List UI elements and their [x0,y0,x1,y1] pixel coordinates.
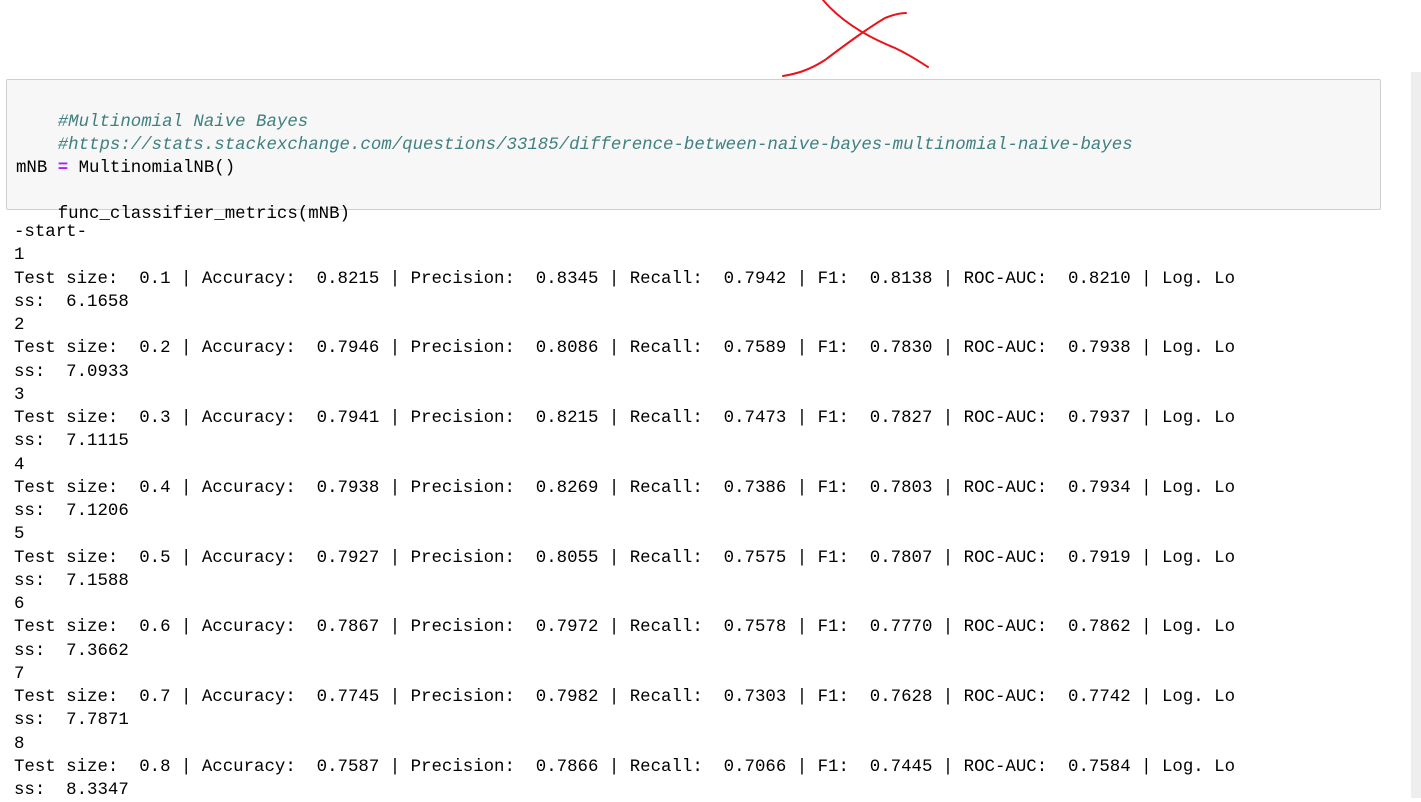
output-line: 5 [14,525,25,545]
output-line: 1 [14,246,25,266]
code-comment-url: #https://stats.stackexchange.com/questio… [57,136,1133,155]
output-line: ss: 7.3662 [14,641,129,661]
code-line-1: #Multinomial Naive Bayes [16,88,308,132]
code-var: mNB [16,159,48,178]
code-operator: = [57,159,69,178]
output-line: Test size: 0.7 | Accuracy: 0.7745 | Prec… [14,688,1236,707]
output-line: ss: 7.1115 [14,432,129,452]
output-line: ss: 7.1206 [14,502,129,521]
code-call: MultinomialNB() [78,159,236,178]
output-line: 2 [14,316,25,335]
output-line: Test size: 0.4 | Accuracy: 0.7938 | Prec… [14,478,1236,498]
red-cross-annotation [782,0,929,77]
output-line: ss: 6.1658 [14,292,129,312]
output-line: 6 [14,595,25,614]
output-line: Test size: 0.2 | Accuracy: 0.7946 | Prec… [14,339,1236,359]
output-line: Test size: 0.6 | Accuracy: 0.7867 | Prec… [14,618,1236,638]
output-line: 4 [14,455,25,475]
output-line: ss: 8.3347 [14,781,129,800]
annotation-stroke-1 [822,0,929,68]
output-line: 7 [14,664,25,684]
vertical-scrollbar[interactable] [1411,72,1421,798]
code-line-4: mNB = MultinomialNB() [16,157,235,180]
code-cell[interactable]: #Multinomial Naive Bayes #https://stats.… [6,79,1381,224]
code-line-2: #https://stats.stackexchange.com/questio… [16,111,1133,155]
output-line: Test size: 0.5 | Accuracy: 0.7927 | Prec… [14,548,1236,568]
code-line-5: func_classifier_metrics(mNB) [16,180,350,224]
output-line: -start- [14,223,88,242]
output-line: 3 [14,385,25,405]
output-line: ss: 7.0933 [14,362,129,382]
output-line: ss: 7.7871 [14,711,129,731]
output-line: Test size: 0.1 | Accuracy: 0.8215 | Prec… [14,269,1236,289]
output-line: Test size: 0.8 | Accuracy: 0.7587 | Prec… [14,757,1236,777]
annotation-stroke-2 [782,12,907,77]
output-line: Test size: 0.3 | Accuracy: 0.7941 | Prec… [14,409,1236,428]
output-line: ss: 7.1588 [14,571,129,591]
output-line: 8 [14,734,25,754]
cell-output: -start- 1 Test size: 0.1 | Accuracy: 0.8… [14,221,1409,802]
